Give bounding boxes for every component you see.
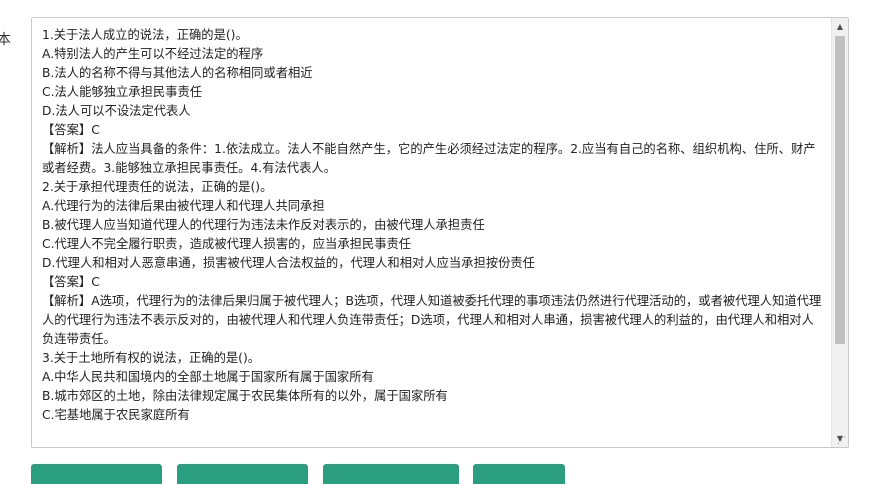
text-line: 【解析】法人应当具备的条件：1.依法成立。法人不能自然产生，它的产生必须经过法定…	[42, 142, 816, 175]
text-line: 2.关于承担代理责任的说法，正确的是()。	[42, 180, 273, 194]
vertical-scrollbar[interactable]: ▲ ▼	[831, 18, 848, 447]
action-button-4[interactable]	[473, 464, 565, 484]
text-line: C.宅基地属于农民家庭所有	[42, 408, 190, 422]
textarea-content[interactable]: 1.关于法人成立的说法，正确的是()。 A.特别法人的产生可以不经过法定的程序 …	[42, 26, 824, 425]
text-line: C.代理人不完全履行职责，造成被代理人损害的，应当承担民事责任	[42, 237, 412, 251]
action-button-1[interactable]	[31, 464, 162, 484]
text-line: 【答案】C	[42, 275, 100, 289]
text-line: B.城市郊区的土地，除由法律规定属于农民集体所有的以外，属于国家所有	[42, 389, 448, 403]
resize-grip-icon[interactable]: ⋰	[837, 437, 846, 446]
text-line: A.特别法人的产生可以不经过法定的程序	[42, 47, 264, 61]
text-line: B.法人的名称不得与其他法人的名称相同或者相近	[42, 66, 313, 80]
text-line: 【解析】A选项，代理行为的法律后果归属于被代理人；B选项，代理人知道被委托代理的…	[42, 294, 822, 346]
text-line: C.法人能够独立承担民事责任	[42, 85, 203, 99]
action-button-3[interactable]	[323, 464, 459, 484]
text-line: 3.关于土地所有权的说法，正确的是()。	[42, 351, 261, 365]
text-line: D.法人可以不设法定代表人	[42, 104, 191, 118]
text-line: A.中华人民共和国境内的全部土地属于国家所有属于国家所有	[42, 370, 374, 384]
text-line: B.被代理人应当知道代理人的代理行为违法未作反对表示的，由被代理人承担责任	[42, 218, 485, 232]
question-textarea[interactable]: 1.关于法人成立的说法，正确的是()。 A.特别法人的产生可以不经过法定的程序 …	[31, 17, 849, 448]
scroll-up-arrow-icon[interactable]: ▲	[832, 18, 848, 35]
text-line: 【答案】C	[42, 123, 100, 137]
text-line: 1.关于法人成立的说法，正确的是()。	[42, 28, 248, 42]
field-label: 本	[0, 32, 11, 48]
text-line: A.代理行为的法律后果由被代理人和代理人共同承担	[42, 199, 325, 213]
scroll-thumb[interactable]	[835, 36, 845, 344]
action-button-2[interactable]	[177, 464, 308, 484]
text-line: D.代理人和相对人恶意串通，损害被代理人合法权益的，代理人和相对人应当承担按份责…	[42, 256, 535, 270]
